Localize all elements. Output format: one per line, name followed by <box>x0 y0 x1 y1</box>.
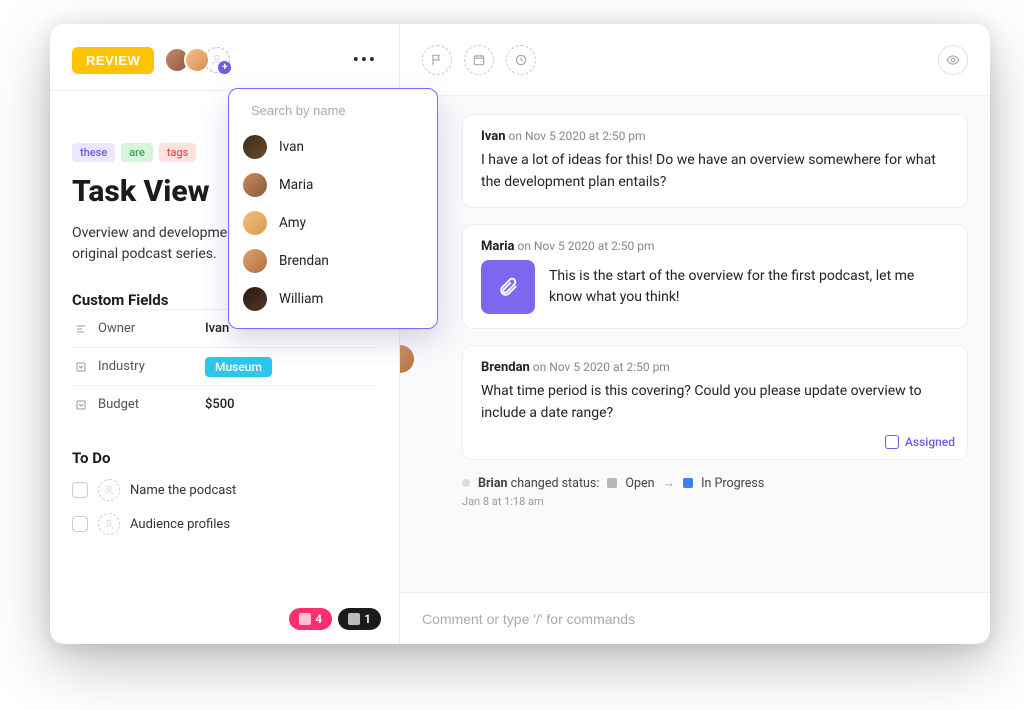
custom-field-label: Budget <box>90 397 205 412</box>
custom-field-value[interactable]: Ivan <box>205 321 229 336</box>
dropdown-field-icon <box>72 399 90 411</box>
person-avatar <box>243 249 267 273</box>
status-verb: changed status: <box>511 476 600 491</box>
dropdown-person-item[interactable]: Maria <box>229 166 437 204</box>
more-menu-button[interactable]: ••• <box>353 50 377 71</box>
assignee-avatar-stack: + <box>164 47 230 73</box>
person-avatar <box>243 287 267 311</box>
comment-attachment-row: This is the start of the overview for th… <box>481 260 949 314</box>
attachment-thumbnail[interactable] <box>481 260 535 314</box>
assigned-label: Assigned <box>905 435 955 449</box>
tag[interactable]: these <box>72 143 115 162</box>
comment-timestamp: on Nov 5 2020 at 2:50 pm <box>533 360 670 374</box>
todo-assignee-button[interactable] <box>98 513 120 535</box>
dropdown-search-input[interactable] <box>251 103 427 118</box>
comment: Ivan on Nov 5 2020 at 2:50 pm I have a l… <box>422 114 968 208</box>
comment-composer <box>400 592 990 644</box>
arrow-right-icon: → <box>663 476 676 491</box>
comment-meta: Maria on Nov 5 2020 at 2:50 pm <box>481 239 949 254</box>
comment-input[interactable] <box>422 611 968 627</box>
tag[interactable]: are <box>121 143 153 162</box>
custom-field-label: Industry <box>90 359 205 374</box>
todo-item: Name the podcast <box>72 479 377 501</box>
person-name: Amy <box>279 215 306 231</box>
status-timestamp: Jan 8 at 1:18 am <box>462 495 968 508</box>
comment-body: I have a lot of ideas for this! Do we ha… <box>481 150 949 193</box>
right-pane: Ivan on Nov 5 2020 at 2:50 pm I have a l… <box>400 24 990 644</box>
custom-field-label: Owner <box>90 321 205 336</box>
dropdown-search-row <box>229 99 437 128</box>
custom-field-value[interactable]: $500 <box>205 397 235 412</box>
person-name: Brendan <box>279 253 329 269</box>
todo-checkbox[interactable] <box>72 482 88 498</box>
status-dot-to <box>683 478 693 488</box>
dropdown-person-item[interactable]: Ivan <box>229 128 437 166</box>
figma-icon <box>348 613 360 625</box>
todo-assignee-button[interactable] <box>98 479 120 501</box>
person-avatar <box>243 135 267 159</box>
assignee-dropdown: Ivan Maria Amy Brendan William <box>228 88 438 329</box>
tag[interactable]: tags <box>159 143 197 162</box>
status-to: In Progress <box>701 476 764 491</box>
time-button[interactable] <box>506 45 536 75</box>
dropdown-person-item[interactable]: Amy <box>229 204 437 242</box>
custom-field-row: Industry Museum <box>72 347 377 385</box>
figma-chip[interactable]: 1 <box>338 608 381 630</box>
date-button[interactable] <box>464 45 494 75</box>
person-name: Ivan <box>279 139 304 155</box>
todo-item: Audience profiles <box>72 513 377 535</box>
assigned-badge[interactable]: Assigned <box>885 435 955 449</box>
status-actor: Brian <box>478 476 508 491</box>
chip-count: 1 <box>364 612 371 626</box>
comment-avatar <box>400 345 414 373</box>
custom-field-row: Budget $500 <box>72 385 377 423</box>
person-avatar <box>243 173 267 197</box>
comment-author: Ivan <box>481 129 506 144</box>
comment-meta: Brendan on Nov 5 2020 at 2:50 pm <box>481 360 949 375</box>
chip-count: 4 <box>315 612 322 626</box>
dropdown-person-item[interactable]: William <box>229 280 437 318</box>
custom-field-chip[interactable]: Museum <box>205 357 272 377</box>
comment-bubble[interactable]: Ivan on Nov 5 2020 at 2:50 pm I have a l… <box>462 114 968 208</box>
paperclip-icon <box>497 276 519 298</box>
comment-author: Maria <box>481 239 515 254</box>
checkbox-icon <box>885 435 899 449</box>
comment-meta: Ivan on Nov 5 2020 at 2:50 pm <box>481 129 949 144</box>
app-window: REVIEW + ••• these are tags Task View Ov… <box>50 24 990 644</box>
status-from: Open <box>625 476 654 491</box>
plus-icon: + <box>218 61 231 74</box>
comment-author: Brendan <box>481 360 530 375</box>
conversation: Ivan on Nov 5 2020 at 2:50 pm I have a l… <box>400 96 990 592</box>
comment-body: This is the start of the overview for th… <box>549 266 949 309</box>
dropdown-field-icon <box>72 361 90 373</box>
actions-header <box>400 24 990 96</box>
comment: Maria on Nov 5 2020 at 2:50 pm This is t… <box>422 224 968 329</box>
invision-icon <box>299 613 311 625</box>
status-review-button[interactable]: REVIEW <box>72 47 154 74</box>
person-avatar <box>243 211 267 235</box>
comment-body: What time period is this covering? Could… <box>481 381 949 424</box>
status-change-event: Brian changed status: Open → In Progress <box>462 476 968 491</box>
task-header: REVIEW + ••• <box>72 42 377 78</box>
status-dot-from <box>607 478 617 488</box>
comment-timestamp: on Nov 5 2020 at 2:50 pm <box>517 239 654 253</box>
dropdown-person-item[interactable]: Brendan <box>229 242 437 280</box>
integration-footer: 4 1 <box>289 608 381 630</box>
todo-heading: To Do <box>72 449 377 467</box>
todo-checkbox[interactable] <box>72 516 88 532</box>
comment-bubble[interactable]: Brendan on Nov 5 2020 at 2:50 pm What ti… <box>462 345 968 459</box>
flag-button[interactable] <box>422 45 452 75</box>
dot-icon <box>462 479 470 487</box>
text-field-icon <box>72 323 90 335</box>
watch-button[interactable] <box>938 45 968 75</box>
comment-timestamp: on Nov 5 2020 at 2:50 pm <box>509 129 646 143</box>
todo-label[interactable]: Audience profiles <box>130 517 230 532</box>
add-assignee-button[interactable]: + <box>204 47 230 73</box>
todo-label[interactable]: Name the podcast <box>130 483 236 498</box>
comment: Brendan on Nov 5 2020 at 2:50 pm What ti… <box>422 345 968 459</box>
person-name: Maria <box>279 177 313 193</box>
person-name: William <box>279 291 323 307</box>
comment-bubble[interactable]: Maria on Nov 5 2020 at 2:50 pm This is t… <box>462 224 968 329</box>
invision-chip[interactable]: 4 <box>289 608 332 630</box>
